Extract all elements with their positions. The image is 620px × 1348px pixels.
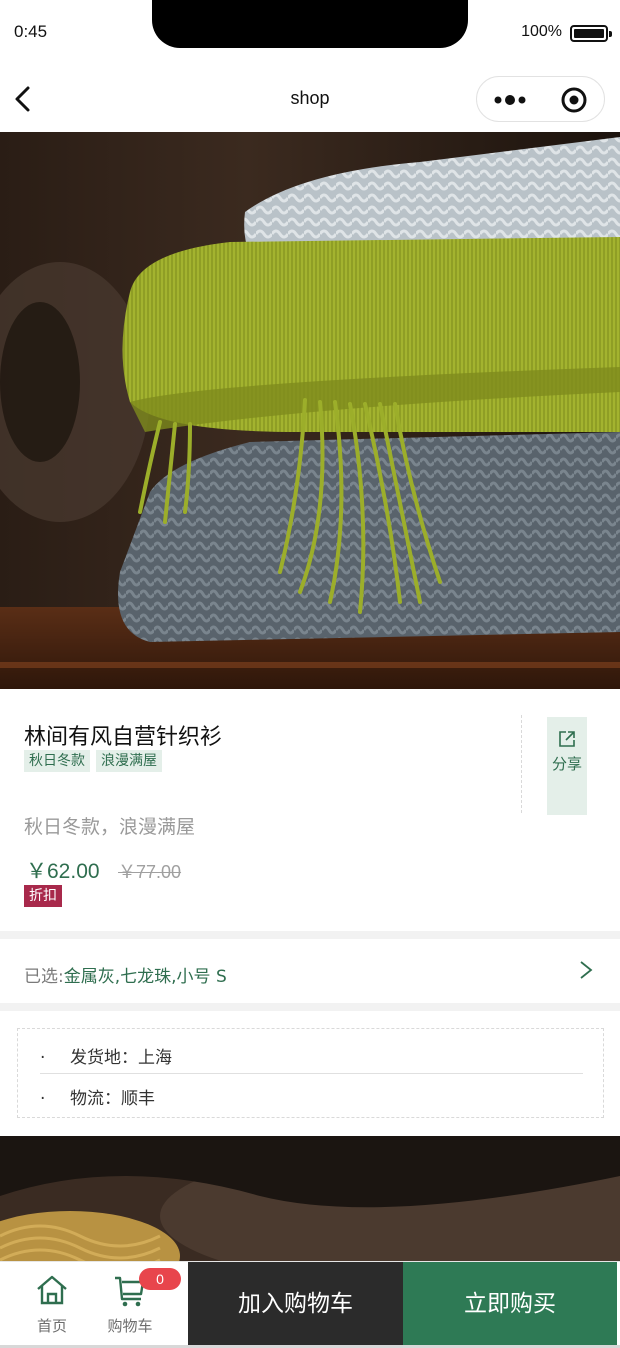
product-tags: 秋日冬款 浪漫满屋 bbox=[24, 750, 162, 772]
selected-label: 已选: bbox=[24, 967, 64, 987]
battery-percent: 100% bbox=[521, 23, 562, 40]
nav-bar: shop bbox=[0, 64, 620, 132]
bullet: · bbox=[40, 1048, 46, 1068]
bottom-action-bar: 首页 购物车 0 加入购物车 立即购买 bbox=[0, 1261, 620, 1346]
cart-count-badge: 0 bbox=[139, 1268, 181, 1290]
status-bar: 0:45 100% bbox=[0, 0, 620, 64]
add-to-cart-button[interactable]: 加入购物车 bbox=[188, 1262, 403, 1346]
product-title: 林间有风自营针织衫 bbox=[24, 725, 223, 750]
more-button[interactable] bbox=[491, 87, 535, 113]
selected-value: 金属灰,七龙珠,小号 S bbox=[63, 967, 227, 987]
product-subtitle: 秋日冬款，浪漫满屋 bbox=[24, 816, 196, 838]
share-label: 分享 bbox=[551, 755, 582, 773]
share-button[interactable]: 分享 bbox=[547, 717, 587, 815]
home-icon bbox=[37, 1275, 67, 1305]
original-price: ￥77.00 bbox=[118, 862, 182, 882]
more-dots-icon bbox=[494, 95, 526, 105]
close-miniprogram-button[interactable] bbox=[560, 86, 588, 114]
product-info: 林间有风自营针织衫 秋日冬款 浪漫满屋 分享 秋日冬款，浪漫满屋 ￥62.00 … bbox=[0, 689, 620, 931]
product-tag: 秋日冬款 bbox=[24, 750, 90, 772]
status-time: 0:45 bbox=[14, 22, 48, 41]
tab-home[interactable]: 首页 bbox=[17, 1262, 87, 1346]
discount-badge: 折扣 bbox=[24, 885, 62, 907]
share-icon bbox=[559, 731, 575, 747]
device-notch bbox=[152, 0, 468, 48]
target-icon bbox=[561, 87, 587, 113]
current-price: ￥62.00 bbox=[26, 860, 100, 883]
chevron-right-icon bbox=[580, 961, 593, 979]
cart-label: 购物车 bbox=[107, 1317, 153, 1335]
bullet: · bbox=[40, 1089, 46, 1109]
buy-now-button[interactable]: 立即购买 bbox=[403, 1262, 617, 1346]
shipping-item: · 物流：顺丰 bbox=[40, 1084, 155, 1109]
ship-origin: 发货地：上海 bbox=[70, 1048, 172, 1068]
product-tag: 浪漫满屋 bbox=[96, 750, 162, 772]
battery-icon bbox=[570, 25, 612, 42]
product-hero-image bbox=[0, 132, 620, 689]
product-detail-image bbox=[0, 1136, 620, 1266]
home-label: 首页 bbox=[36, 1317, 67, 1335]
mini-program-capsule bbox=[476, 76, 605, 122]
selected-options-row[interactable]: 已选:金属灰,七龙珠,小号 S bbox=[0, 939, 620, 1003]
ship-logistics: 物流：顺丰 bbox=[70, 1089, 155, 1109]
shipping-item: · 发货地：上海 bbox=[40, 1043, 172, 1068]
shipping-info: · 发货地：上海 · 物流：顺丰 bbox=[17, 1028, 604, 1118]
